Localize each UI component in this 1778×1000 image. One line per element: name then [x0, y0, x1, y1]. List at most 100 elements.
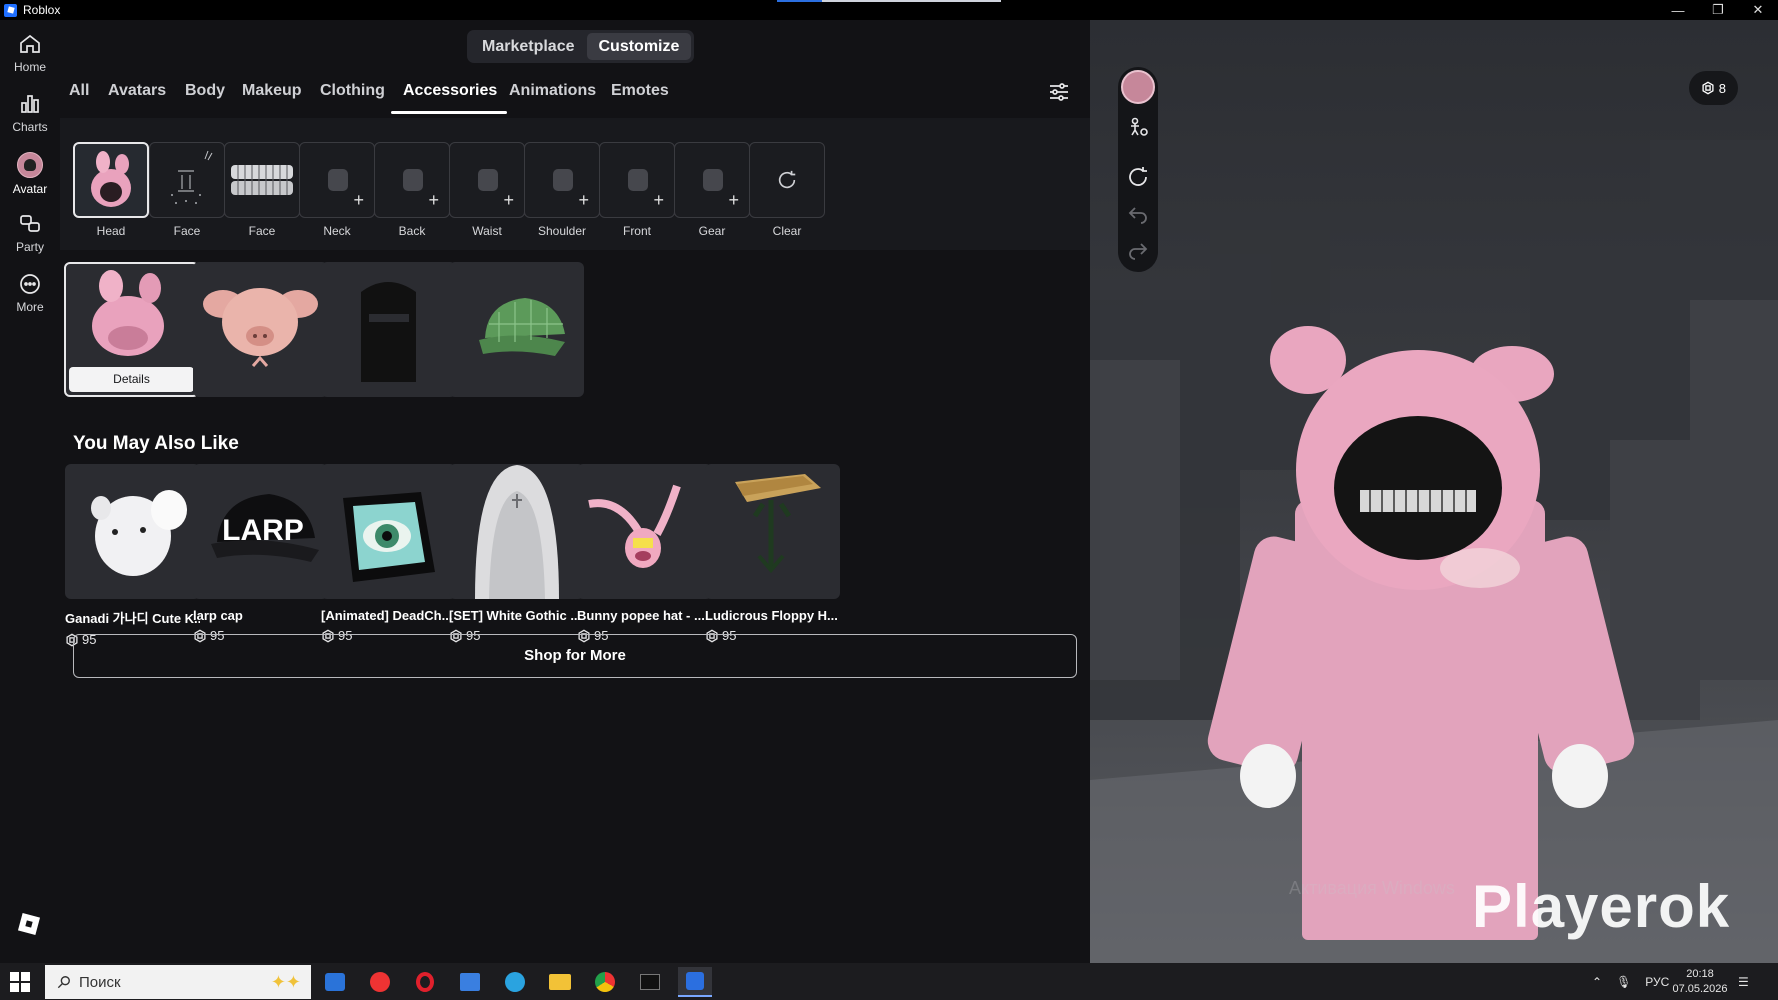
- bunny-hood-thumbnail: [92, 270, 164, 356]
- owned-item-bunny-hood[interactable]: Details: [64, 262, 199, 397]
- avatar-thumb-icon[interactable]: [1121, 70, 1155, 104]
- rotate-icon[interactable]: [1126, 165, 1150, 189]
- owned-item-pig-hat[interactable]: [193, 262, 328, 397]
- redo-icon[interactable]: [1126, 237, 1150, 261]
- details-button[interactable]: Details: [69, 367, 194, 392]
- rail-item-avatar[interactable]: Avatar: [0, 152, 60, 208]
- slot-label: Face: [173, 224, 201, 238]
- larp-cap-thumbnail: LARP: [211, 494, 319, 562]
- chrome-app-icon[interactable]: [588, 967, 622, 997]
- windows-start-icon[interactable]: [10, 972, 30, 992]
- slot-label: Neck: [323, 224, 351, 238]
- close-button[interactable]: ✕: [1738, 0, 1778, 20]
- tab-emotes[interactable]: Emotes: [611, 82, 669, 112]
- owned-item-plaid-cap[interactable]: [449, 262, 584, 397]
- microphone-icon[interactable]: 🎙: [1616, 975, 1631, 989]
- slot-label: Gear: [698, 224, 726, 238]
- slot-label: Front: [622, 224, 651, 238]
- svg-text:LARP: LARP: [222, 514, 304, 547]
- restore-button[interactable]: ❐: [1698, 0, 1738, 20]
- roblox-logo-icon[interactable]: [17, 912, 41, 936]
- recommendations-title: You May Also Like: [73, 433, 239, 454]
- owned-item-black-veil[interactable]: [321, 262, 456, 397]
- slot-face-1[interactable]: [149, 142, 225, 218]
- more-icon: [20, 274, 40, 294]
- search-icon: [57, 976, 70, 989]
- slot-waist[interactable]: +: [449, 142, 525, 218]
- rec-thumbnail: [65, 464, 200, 599]
- store-app-icon[interactable]: [453, 967, 487, 997]
- playerok-watermark: Playerok: [1472, 873, 1731, 940]
- avatar-settings-icon[interactable]: [1126, 115, 1150, 139]
- rec-item-name: Bunny popee hat - ...: [577, 608, 705, 623]
- add-icon: +: [653, 190, 664, 210]
- undo-icon[interactable]: [1126, 201, 1150, 225]
- slot-face-2[interactable]: [224, 142, 300, 218]
- refresh-icon: [778, 170, 796, 189]
- tab-avatars[interactable]: Avatars: [108, 82, 166, 112]
- veil-thumbnail: [361, 282, 416, 382]
- slot-neck[interactable]: +: [299, 142, 375, 218]
- rec-thumbnail: [449, 464, 584, 599]
- window-title: Roblox: [23, 3, 61, 17]
- slot-label: Waist: [472, 224, 502, 238]
- rec-item-larp-cap[interactable]: LARP larp cap 95: [193, 464, 328, 643]
- tab-accessories[interactable]: Accessories: [403, 82, 497, 112]
- segment-customize[interactable]: Customize: [586, 33, 692, 60]
- face-accessory-thumbnail: [171, 150, 213, 204]
- slot-gear[interactable]: +: [674, 142, 750, 218]
- outlook-app-icon[interactable]: [318, 967, 352, 997]
- clock[interactable]: 20:18 07.05.2026: [1670, 963, 1730, 1000]
- slot-head[interactable]: [73, 142, 149, 218]
- slot-clear[interactable]: [749, 142, 825, 218]
- rec-item-bunny-popee[interactable]: Bunny popee hat - ... 95: [577, 464, 712, 643]
- rail-item-party[interactable]: Party: [0, 212, 60, 268]
- windows-activation-text: Активация Windows: [1289, 878, 1455, 898]
- telegram-app-icon[interactable]: [498, 967, 532, 997]
- terminal-app-icon[interactable]: [633, 967, 667, 997]
- yandex-app-icon[interactable]: [363, 967, 397, 997]
- rec-item-ganadi[interactable]: Ganadi 가나디 Cute K... 95: [65, 464, 200, 647]
- rec-item-deadch[interactable]: [Animated] DeadCh... 95: [321, 464, 456, 643]
- left-nav-rail: Home Charts Avatar Party More: [0, 20, 60, 963]
- category-tabs: All Avatars Body Makeup Clothing Accesso…: [60, 82, 1090, 114]
- tab-animations[interactable]: Animations: [509, 82, 596, 112]
- avatar-viewport[interactable]: 8 Активация Windows Playerok: [1090, 20, 1778, 963]
- tray-chevron-icon[interactable]: ⌃: [1592, 975, 1602, 989]
- slot-label: Clear: [772, 224, 802, 238]
- tab-makeup[interactable]: Makeup: [242, 82, 302, 112]
- robux-balance[interactable]: 8: [1688, 71, 1738, 105]
- slot-shoulder[interactable]: +: [524, 142, 600, 218]
- slot-back[interactable]: +: [374, 142, 450, 218]
- roblox-taskbar-icon[interactable]: [678, 967, 712, 997]
- minimize-button[interactable]: —: [1658, 0, 1698, 20]
- clock-date: 07.05.2026: [1672, 982, 1728, 995]
- rail-label: Avatar: [12, 182, 48, 196]
- rail-item-more[interactable]: More: [0, 272, 60, 328]
- front-icon: [628, 169, 648, 191]
- rec-thumbnail: LARP: [193, 464, 328, 599]
- language-indicator[interactable]: РУС: [1645, 975, 1669, 989]
- tab-clothing[interactable]: Clothing: [320, 82, 385, 112]
- rail-item-home[interactable]: Home: [0, 32, 60, 88]
- tab-body[interactable]: Body: [185, 82, 225, 112]
- bunny-hood-thumbnail: [91, 151, 131, 207]
- add-icon: +: [503, 190, 514, 210]
- segment-marketplace[interactable]: Marketplace: [470, 33, 587, 60]
- notification-icon[interactable]: ☰: [1738, 963, 1749, 1000]
- opera-app-icon[interactable]: [408, 967, 442, 997]
- explorer-app-icon[interactable]: [543, 967, 577, 997]
- rail-item-charts[interactable]: Charts: [0, 92, 60, 148]
- slot-front[interactable]: +: [599, 142, 675, 218]
- system-tray: ⌃ 🎙 РУС: [1592, 963, 1669, 1000]
- rec-item-floppy-hat[interactable]: Ludicrous Floppy H... 95: [705, 464, 840, 643]
- shop-for-more-button[interactable]: Shop for More: [73, 634, 1077, 678]
- tab-all[interactable]: All: [69, 82, 89, 112]
- taskbar-search[interactable]: Поиск ✦✦: [45, 965, 311, 999]
- filter-icon[interactable]: [1047, 80, 1071, 104]
- back-icon: [403, 169, 423, 191]
- rec-item-white-gothic[interactable]: [SET] White Gothic ... 95: [449, 464, 584, 643]
- floppy-hat-thumbnail: [735, 474, 821, 574]
- title-bar: Roblox — ❐ ✕: [0, 0, 1778, 20]
- add-icon: +: [578, 190, 589, 210]
